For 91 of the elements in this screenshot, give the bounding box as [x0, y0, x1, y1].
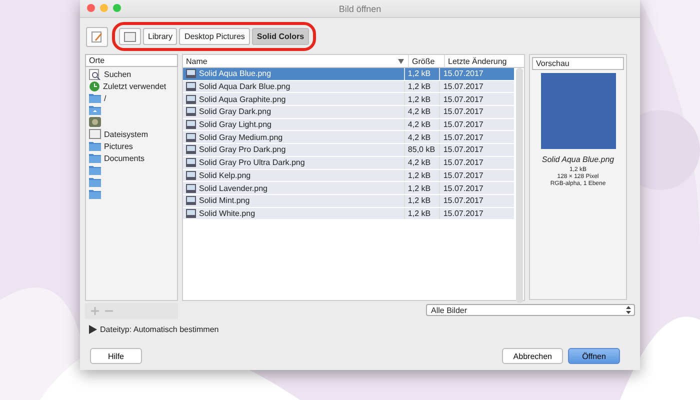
- drive-icon: [124, 32, 136, 42]
- help-button[interactable]: Hilfe: [90, 348, 142, 364]
- path-button[interactable]: Desktop Pictures: [179, 28, 250, 45]
- folder-icon: [89, 105, 101, 115]
- file-name: Solid Lavender.png: [199, 184, 268, 193]
- file-date: 15.07.2017: [442, 170, 484, 182]
- file-name: Solid Aqua Dark Blue.png: [199, 82, 290, 92]
- file-date: 15.07.2017: [442, 195, 484, 207]
- file-size: 1,2 kB: [404, 194, 440, 207]
- file-name: Solid Gray Dark.png: [199, 107, 272, 116]
- file-size: 1,2 kB: [404, 170, 440, 182]
- place-item[interactable]: Zuletzt verwendet: [103, 82, 166, 90]
- file-row[interactable]: Solid Lavender.png 1,2 kB 15.07.2017: [183, 182, 514, 195]
- folder-icon: [89, 177, 101, 187]
- file-row[interactable]: Solid Kelp.png 1,2 kB 15.07.2017: [183, 170, 514, 182]
- file-name: Solid Gray Pro Ultra Dark.png: [199, 158, 305, 168]
- file-size: 4,2 kB: [404, 156, 440, 168]
- column-header[interactable]: Name: [183, 55, 409, 67]
- file-date: 15.07.2017: [442, 144, 484, 156]
- file-date: 15.07.2017: [442, 119, 484, 130]
- file-name: Solid Aqua Graphite.png: [199, 94, 286, 104]
- cancel-button[interactable]: Abbrechen: [502, 348, 563, 364]
- file-row[interactable]: Solid Gray Pro Dark.png 85,0 kB 15.07.2017: [183, 144, 514, 157]
- places-header: Orte: [85, 54, 178, 67]
- file-date: 15.07.2017: [442, 157, 484, 168]
- folder-icon: [89, 141, 101, 151]
- window-title: Bild öffnen: [338, 4, 382, 14]
- stepper-icon: [626, 306, 631, 314]
- filter-dropdown[interactable]: Alle Bilder: [426, 304, 635, 316]
- file-size: 4,2 kB: [404, 106, 440, 118]
- folder-icon: [89, 189, 101, 199]
- file-row[interactable]: Solid Aqua Graphite.png 1,2 kB 15.07.2017: [183, 93, 514, 106]
- file-row[interactable]: Solid Mint.png 1,2 kB 15.07.2017: [183, 194, 514, 208]
- file-date: 15.07.2017: [442, 208, 484, 220]
- file-size: 85,0 kB: [404, 144, 440, 156]
- preview-filename: Solid Aqua Blue.png: [542, 155, 614, 164]
- place-item[interactable]: Dateisystem: [104, 130, 148, 138]
- file-size: 4,2 kB: [404, 118, 440, 130]
- edit-path-button[interactable]: [86, 26, 108, 46]
- drive-icon: [89, 129, 101, 139]
- file-name: Solid Gray Light.png: [199, 120, 272, 130]
- file-date: 15.07.2017: [442, 182, 484, 194]
- file-size: 4,2 kB: [404, 131, 440, 144]
- file-size: 1,2 kB: [404, 208, 440, 220]
- open-button[interactable]: Öffnen: [568, 348, 620, 364]
- path-button[interactable]: Solid Colors: [252, 28, 310, 45]
- column-header[interactable]: Letzte Änderung: [445, 55, 520, 67]
- file-date: 15.07.2017: [442, 81, 484, 92]
- file-name: Solid Mint.png: [199, 196, 250, 206]
- folder-icon: [89, 165, 101, 175]
- file-name: Solid Gray Medium.png: [199, 132, 283, 142]
- folder-icon: [89, 93, 101, 103]
- file-date: 15.07.2017: [442, 132, 484, 144]
- file-name: Solid Aqua Blue.png: [199, 69, 272, 78]
- file-size: 1,2 kB: [404, 68, 440, 80]
- file-name: Solid White.png: [199, 208, 256, 218]
- sort-icon: [398, 58, 404, 64]
- place-item[interactable]: Documents: [104, 154, 144, 162]
- image-icon: [89, 117, 101, 127]
- file-size: 1,2 kB: [404, 80, 440, 92]
- disclosure-triangle[interactable]: [89, 325, 97, 334]
- file-row[interactable]: Solid Gray Medium.png 4,2 kB 15.07.2017: [183, 131, 514, 144]
- file-row[interactable]: Solid Aqua Dark Blue.png 1,2 kB 15.07.2017: [183, 80, 514, 94]
- minimize-button[interactable]: [100, 4, 108, 12]
- folder-icon: [89, 153, 101, 163]
- add-icon[interactable]: [91, 307, 99, 315]
- column-header[interactable]: Größe: [409, 55, 445, 67]
- zoom-button[interactable]: [113, 4, 121, 12]
- file-row[interactable]: Solid Gray Dark.png 4,2 kB 15.07.2017: [183, 106, 514, 119]
- file-date: 15.07.2017: [442, 106, 484, 118]
- pencil-icon: [91, 30, 103, 42]
- file-name: Solid Gray Pro Dark.png: [199, 145, 286, 154]
- scrollbar[interactable]: [516, 68, 523, 303]
- file-size: 1,2 kB: [404, 93, 440, 106]
- file-row[interactable]: Solid Aqua Blue.png 1,2 kB 15.07.2017: [183, 68, 514, 81]
- place-item[interactable]: Pictures: [104, 142, 133, 150]
- file-name: Solid Kelp.png: [199, 170, 251, 180]
- path-button[interactable]: Library: [143, 28, 178, 45]
- file-row[interactable]: Solid White.png 1,2 kB 15.07.2017: [183, 208, 514, 220]
- file-date: 15.07.2017: [442, 68, 484, 80]
- filetype-label: Dateityp: Automatisch bestimmen: [100, 325, 219, 334]
- clock-icon: [89, 80, 100, 92]
- file-row[interactable]: Solid Gray Pro Ultra Dark.png 4,2 kB 15.07.2017: [183, 156, 514, 170]
- place-item[interactable]: /: [104, 94, 106, 102]
- file-size: 1,2 kB: [404, 182, 440, 194]
- place-item[interactable]: Suchen: [104, 70, 132, 78]
- close-button[interactable]: [87, 4, 95, 12]
- preview-header: Vorschau: [532, 57, 624, 70]
- drive-path-button[interactable]: [119, 28, 141, 45]
- file-date: 15.07.2017: [442, 94, 484, 106]
- file-row[interactable]: Solid Gray Light.png 4,2 kB 15.07.2017: [183, 118, 514, 132]
